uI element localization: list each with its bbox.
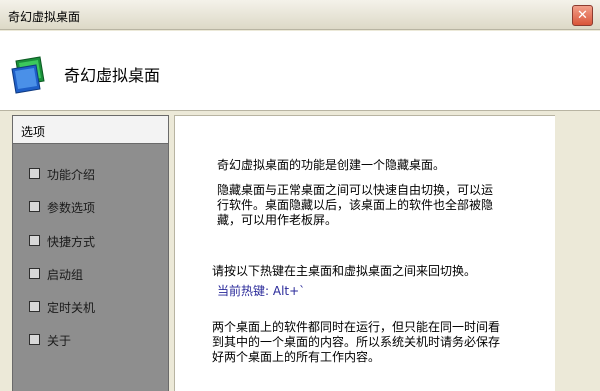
bullet-icon	[29, 301, 40, 312]
sidebar-item-features[interactable]: 功能介绍	[29, 165, 159, 185]
sidebar-item-label: 功能介绍	[47, 168, 96, 182]
description-line-1: 隐藏桌面与正常桌面之间可以快速自由切换，可以运	[217, 183, 494, 197]
bullet-icon	[29, 268, 40, 279]
sidebar-heading: 选项	[13, 116, 168, 144]
sidebar-item-shortcuts[interactable]: 快捷方式	[29, 232, 159, 252]
window-title: 奇幻虚拟桌面	[8, 10, 81, 24]
bullet-icon	[29, 334, 40, 345]
note-line-1: 两个桌面上的软件都同时在运行，但只能在同一时间看	[212, 320, 501, 334]
sidebar-item-about[interactable]: 关于	[29, 331, 159, 351]
description-line-3: 藏，可以用作老板屏。	[217, 213, 338, 227]
sidebar-item-label: 定时关机	[47, 301, 96, 315]
sidebar-item-label: 参数选项	[47, 201, 96, 215]
hotkey-tip: 请按以下热键在主桌面和虚拟桌面之间来回切换。	[212, 264, 477, 278]
close-button[interactable]: ✕	[572, 5, 593, 26]
description-line-2: 行软件。桌面隐藏以后，该桌面上的软件也全部被隐	[217, 198, 494, 212]
sidebar-item-parameters[interactable]: 参数选项	[29, 198, 159, 218]
intro-text: 奇幻虚拟桌面的功能是创建一个隐藏桌面。	[217, 158, 446, 172]
bullet-icon	[29, 235, 40, 246]
sidebar-item-label: 启动组	[47, 268, 84, 282]
sidebar-heading-label: 选项	[21, 125, 46, 139]
note-line-3: 好两个桌面上的所有工作内容。	[212, 350, 381, 364]
note-line-2: 到其中的一个桌面的内容。所以系统关机时请务必保存	[212, 335, 501, 349]
sidebar-item-startup[interactable]: 启动组	[29, 265, 159, 285]
title-bar: 奇幻虚拟桌面 ✕	[0, 0, 600, 30]
header-banner: 奇幻虚拟桌面	[0, 31, 600, 111]
header-title: 奇幻虚拟桌面	[64, 66, 161, 85]
sidebar-item-label: 关于	[47, 334, 72, 348]
sidebar-item-shutdown-timer[interactable]: 定时关机	[29, 298, 159, 318]
bullet-icon	[29, 168, 40, 179]
bullet-icon	[29, 201, 40, 212]
hotkey-current: 当前热键: Alt+`	[217, 284, 306, 298]
monitor-screens-icon	[11, 56, 45, 94]
sidebar-item-label: 快捷方式	[47, 235, 96, 249]
sidebar: 选项 功能介绍 参数选项 快捷方式 启动组 定时关机 关于	[12, 115, 169, 391]
content-panel: 奇幻虚拟桌面的功能是创建一个隐藏桌面。 隐藏桌面与正常桌面之间可以快速自由切换，…	[174, 115, 555, 391]
close-icon: ✕	[577, 8, 588, 23]
